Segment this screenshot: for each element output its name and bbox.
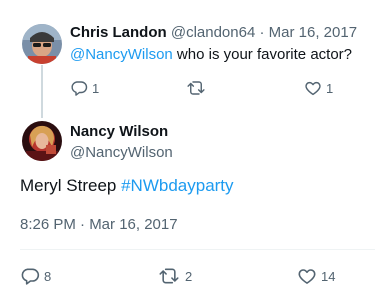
reply-text: @NancyWilson who is your favorite actor? [70,46,352,63]
reply-author-name[interactable]: Chris Landon [70,24,167,41]
main-like-count: 14 [321,268,336,284]
reply-author-handle[interactable]: @clandon64 [171,24,255,41]
main-tweet-header: Nancy Wilson @NancyWilson [70,122,173,163]
main-tweet-timestamp[interactable]: 8:26 PM · Mar 16, 2017 [20,216,178,233]
tweet-thread: Chris Landon @clandon64 · Mar 16, 2017 @… [0,0,375,301]
avatar-chris-landon[interactable] [22,24,62,64]
reply-date[interactable]: Mar 16, 2017 [269,24,357,41]
heart-icon [297,266,317,286]
reply-action-bar: 1 1 [70,78,370,98]
reply-retweet-button[interactable] [186,79,210,97]
main-retweet-button[interactable]: 2 [157,266,192,286]
retweet-icon [157,266,181,286]
main-like-button[interactable]: 14 [297,266,335,286]
avatar-nancy-wilson[interactable] [22,121,62,161]
main-body-text: Meryl Streep [20,176,122,195]
reply-header: Chris Landon @clandon64 · Mar 16, 2017 [70,24,357,41]
main-reply-count: 8 [44,268,52,284]
reply-reply-count: 1 [92,80,100,96]
reply-like-count: 1 [326,80,334,96]
retweet-icon [186,79,206,97]
reply-separator: · [259,24,265,41]
hashtag-link[interactable]: #NWbdayparty [121,176,233,195]
reply-reply-button[interactable]: 1 [70,79,99,97]
divider [20,249,375,250]
thread-connector-line [41,65,43,118]
main-tweet-text: Meryl Streep #NWbdayparty [20,176,234,196]
main-retweet-count: 2 [185,268,193,284]
comment-icon [20,266,40,286]
main-reply-button[interactable]: 8 [20,266,51,286]
comment-icon [70,79,88,97]
reply-mention-link[interactable]: @NancyWilson [70,46,173,63]
main-author-handle[interactable]: @NancyWilson [70,143,173,163]
main-action-bar: 8 2 14 [20,264,360,288]
heart-icon [304,79,322,97]
reply-like-button[interactable]: 1 [304,79,333,97]
reply-body-text: who is your favorite actor? [172,46,353,63]
main-author-name[interactable]: Nancy Wilson [70,122,173,142]
